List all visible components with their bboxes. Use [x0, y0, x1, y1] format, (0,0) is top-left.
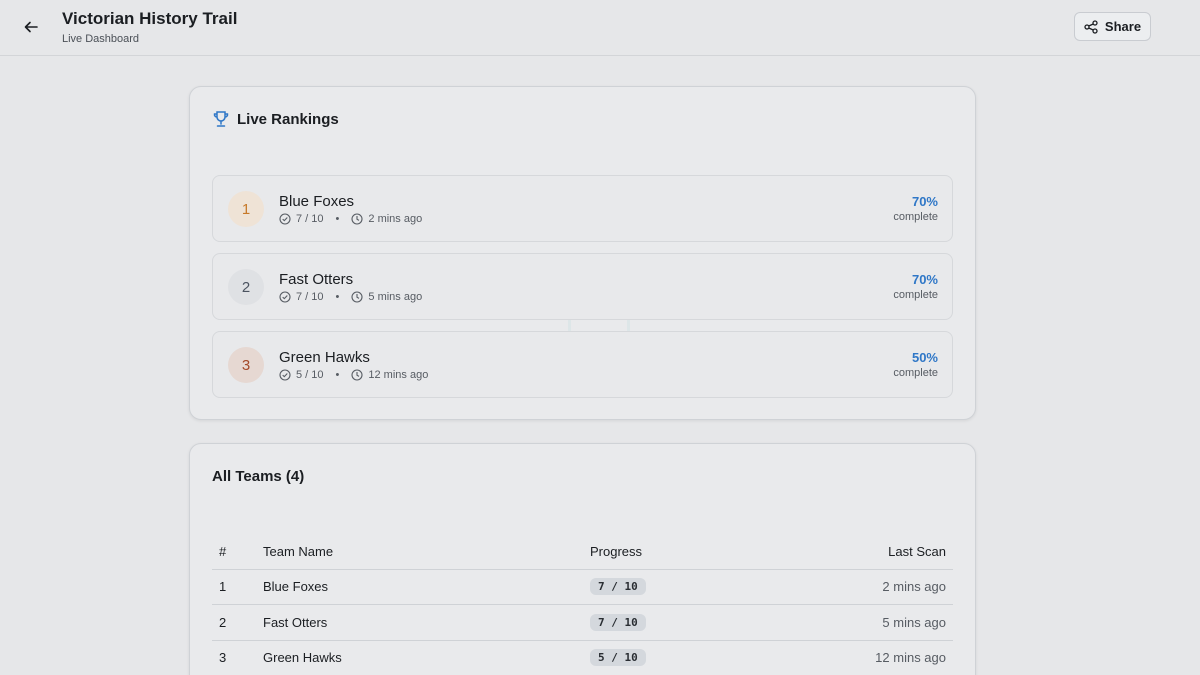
ranking-row[interactable]: 1 Blue Foxes 7 / 10 • 2 mins ago 70% com… — [212, 175, 953, 242]
cell-progress: 5 / 10 — [583, 640, 783, 675]
column-header-progress: Progress — [583, 534, 783, 570]
all-teams-card: All Teams (4) # Team Name Progress Last … — [189, 443, 976, 675]
share-label: Share — [1104, 19, 1142, 34]
team-meta: 7 / 10 • 2 mins ago — [279, 213, 422, 225]
cell-number: 1 — [212, 569, 256, 605]
all-teams-title: All Teams (4) — [212, 468, 305, 485]
cell-progress: 7 / 10 — [583, 604, 783, 641]
ranking-row[interactable]: 3 Green Hawks 5 / 10 • 12 mins ago 50% c… — [212, 331, 953, 398]
progress-pill: 5 / 10 — [590, 649, 646, 667]
live-rankings-title: Live Rankings — [237, 110, 339, 128]
table-row[interactable]: 3 Green Hawks 5 / 10 12 mins ago — [212, 640, 953, 675]
rank-badge: 1 — [228, 191, 264, 227]
separator-dot: • — [335, 369, 340, 381]
page-title: Victorian History Trail — [62, 9, 238, 28]
percent-label: complete — [893, 289, 938, 301]
table-row[interactable]: 2 Fast Otters 7 / 10 5 mins ago — [212, 604, 953, 641]
cell-progress: 7 / 10 — [583, 569, 783, 605]
cell-team-name: Green Hawks — [256, 640, 583, 675]
progress-text: 7 / 10 — [296, 213, 324, 225]
progress-text: 5 / 10 — [296, 369, 324, 381]
team-name: Fast Otters — [279, 271, 354, 288]
clock-icon — [351, 369, 363, 381]
arrow-left-icon — [24, 21, 38, 33]
progress-pill: 7 / 10 — [590, 613, 646, 631]
top-bar: Victorian History Trail Live Dashboard S… — [0, 0, 1200, 56]
check-circle-icon — [279, 369, 291, 381]
check-circle-icon — [279, 291, 291, 303]
column-header-last-scan: Last Scan — [783, 534, 953, 570]
page-subtitle: Live Dashboard — [62, 33, 140, 45]
live-rankings-card: Live Rankings 1 Blue Foxes 7 / 10 • 2 mi… — [189, 86, 976, 420]
clock-icon — [351, 291, 363, 303]
table-header-row: # Team Name Progress Last Scan — [212, 534, 953, 570]
team-meta: 5 / 10 • 12 mins ago — [279, 369, 428, 381]
cell-last-scan: 5 mins ago — [783, 604, 953, 641]
share-button[interactable]: Share — [1074, 12, 1151, 41]
team-name: Green Hawks — [279, 349, 370, 366]
progress-text: 7 / 10 — [296, 291, 324, 303]
time-text: 12 mins ago — [368, 369, 429, 381]
column-header-team-name: Team Name — [256, 534, 583, 570]
percent-complete: 70% — [911, 194, 938, 209]
check-circle-icon — [279, 213, 291, 225]
percent-label: complete — [893, 367, 938, 379]
team-name: Blue Foxes — [279, 193, 355, 210]
cell-team-name: Fast Otters — [256, 604, 583, 641]
ranking-row[interactable]: 2 Fast Otters 7 / 10 • 5 mins ago 70% co… — [212, 253, 953, 320]
progress-pill: 7 / 10 — [590, 578, 646, 596]
percent-label: complete — [893, 211, 938, 223]
rank-badge: 3 — [228, 347, 264, 383]
rank-badge: 2 — [228, 269, 264, 305]
percent-complete: 50% — [911, 350, 938, 365]
cell-number: 2 — [212, 604, 256, 641]
time-text: 2 mins ago — [368, 213, 423, 225]
table-row[interactable]: 1 Blue Foxes 7 / 10 2 mins ago — [212, 569, 953, 605]
share-icon — [1084, 19, 1098, 34]
live-rankings-heading: Live Rankings — [212, 110, 339, 128]
clock-icon — [351, 213, 363, 225]
column-header-number: # — [212, 534, 256, 570]
team-meta: 7 / 10 • 5 mins ago — [279, 291, 422, 303]
separator-dot: • — [335, 291, 340, 303]
cell-last-scan: 12 mins ago — [783, 640, 953, 675]
trophy-icon — [213, 111, 229, 127]
percent-complete: 70% — [911, 272, 938, 287]
back-button[interactable] — [18, 14, 44, 40]
cell-team-name: Blue Foxes — [256, 569, 583, 605]
teams-table: # Team Name Progress Last Scan 1 Blue Fo… — [212, 534, 953, 675]
cell-number: 3 — [212, 640, 256, 675]
time-text: 5 mins ago — [368, 291, 423, 303]
cell-last-scan: 2 mins ago — [783, 569, 953, 605]
separator-dot: • — [335, 213, 340, 225]
